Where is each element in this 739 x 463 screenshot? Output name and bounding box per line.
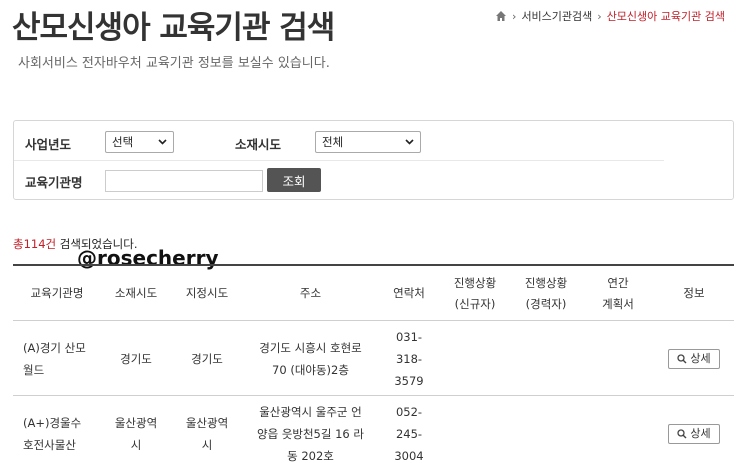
column-header: 지정시도 bbox=[185, 286, 229, 300]
cell-institution-name: (A+)경울수 호전사물산 bbox=[23, 415, 82, 452]
cell-designated: 경기도 bbox=[191, 351, 223, 366]
cell-address: 울산광역시 울주군 언 양읍 읏방천5길 16 라 동 202호 bbox=[257, 404, 364, 463]
cell-status-career bbox=[510, 321, 582, 396]
result-count-number: 114건 bbox=[23, 237, 57, 251]
column-header: 정보 bbox=[683, 286, 705, 300]
column-header: 교육기관명 bbox=[30, 286, 84, 300]
column-header: 주소 bbox=[299, 286, 322, 300]
divider bbox=[14, 160, 664, 161]
column-header: 진행상황 (신규자) bbox=[453, 275, 497, 311]
year-select[interactable]: 선택 bbox=[105, 131, 174, 153]
chevron-right-icon: › bbox=[512, 9, 517, 23]
detail-button[interactable]: 상세 bbox=[668, 348, 720, 369]
page-subtitle: 사회서비스 전자바우처 교육기관 정보를 보실수 있습니다. bbox=[18, 56, 330, 71]
year-label: 사업년도 bbox=[25, 137, 72, 152]
search-panel: 사업년도 선택 소재시도 전체 교육기관명 조회 bbox=[13, 120, 734, 200]
region-select-value: 전체 bbox=[322, 135, 344, 149]
cell-designated: 울산광역 시 bbox=[185, 415, 229, 452]
cell-location: 울산광역 시 bbox=[114, 415, 158, 452]
chevron-down-icon bbox=[405, 139, 414, 145]
result-prefix: 총 bbox=[13, 237, 24, 251]
column-header: 연락처 bbox=[393, 286, 425, 300]
region-select[interactable]: 전체 bbox=[315, 131, 421, 153]
institution-name-input[interactable] bbox=[105, 170, 263, 192]
results-table: 교육기관명 소재시도 지정시도 주소 연락처 진행상황 (신규자) 진행상황 (… bbox=[13, 264, 734, 463]
column-header: 진행상황 (경력자) bbox=[524, 275, 568, 311]
chevron-down-icon bbox=[158, 139, 167, 145]
chevron-right-icon: › bbox=[597, 9, 602, 23]
detail-button[interactable]: 상세 bbox=[668, 423, 720, 444]
cell-info: 상세 bbox=[654, 321, 734, 396]
detail-button-label: 상세 bbox=[690, 351, 711, 365]
cell-status-career bbox=[510, 396, 582, 463]
magnifier-icon bbox=[677, 353, 687, 363]
home-icon[interactable] bbox=[495, 10, 507, 22]
cell-phone: 052- 245- 3004 bbox=[394, 404, 424, 463]
region-label: 소재시도 bbox=[235, 137, 282, 152]
magnifier-icon bbox=[677, 428, 687, 438]
page-title: 산모신생아 교육기관 검색 bbox=[12, 10, 335, 46]
breadcrumb-item-current: 산모신생아 교육기관 검색 bbox=[606, 10, 725, 23]
breadcrumb: › 서비스기관검색 › 산모신생아 교육기관 검색 bbox=[495, 8, 725, 24]
cell-institution-name: (A)경기 산모 월드 bbox=[23, 340, 86, 377]
cell-annual-plan bbox=[582, 396, 654, 463]
column-header: 소재시도 bbox=[114, 286, 158, 300]
table-header: 교육기관명 소재시도 지정시도 주소 연락처 진행상황 (신규자) 진행상황 (… bbox=[13, 266, 734, 321]
cell-location: 경기도 bbox=[120, 351, 152, 366]
search-button[interactable]: 조회 bbox=[267, 168, 321, 192]
cell-info: 상세 bbox=[654, 396, 734, 463]
column-header: 연간 계획서 bbox=[602, 275, 634, 311]
year-select-value: 선택 bbox=[112, 135, 134, 149]
table-row: (A)경기 산모 월드 경기도 경기도 경기도 시흥시 호현로 70 (대야동)… bbox=[13, 321, 734, 396]
institution-name-label: 교육기관명 bbox=[25, 175, 83, 190]
breadcrumb-item-service-search[interactable]: 서비스기관검색 bbox=[521, 8, 592, 24]
cell-annual-plan bbox=[582, 321, 654, 396]
cell-address: 경기도 시흥시 호현로 70 (대야동)2층 bbox=[259, 340, 362, 377]
cell-status-new bbox=[440, 396, 510, 463]
table-row: (A+)경울수 호전사물산 울산광역 시 울산광역 시 울산광역시 울주군 언 … bbox=[13, 396, 734, 463]
cell-status-new bbox=[440, 321, 510, 396]
cell-phone: 031- 318- 3579 bbox=[394, 329, 424, 388]
detail-button-label: 상세 bbox=[690, 426, 711, 440]
